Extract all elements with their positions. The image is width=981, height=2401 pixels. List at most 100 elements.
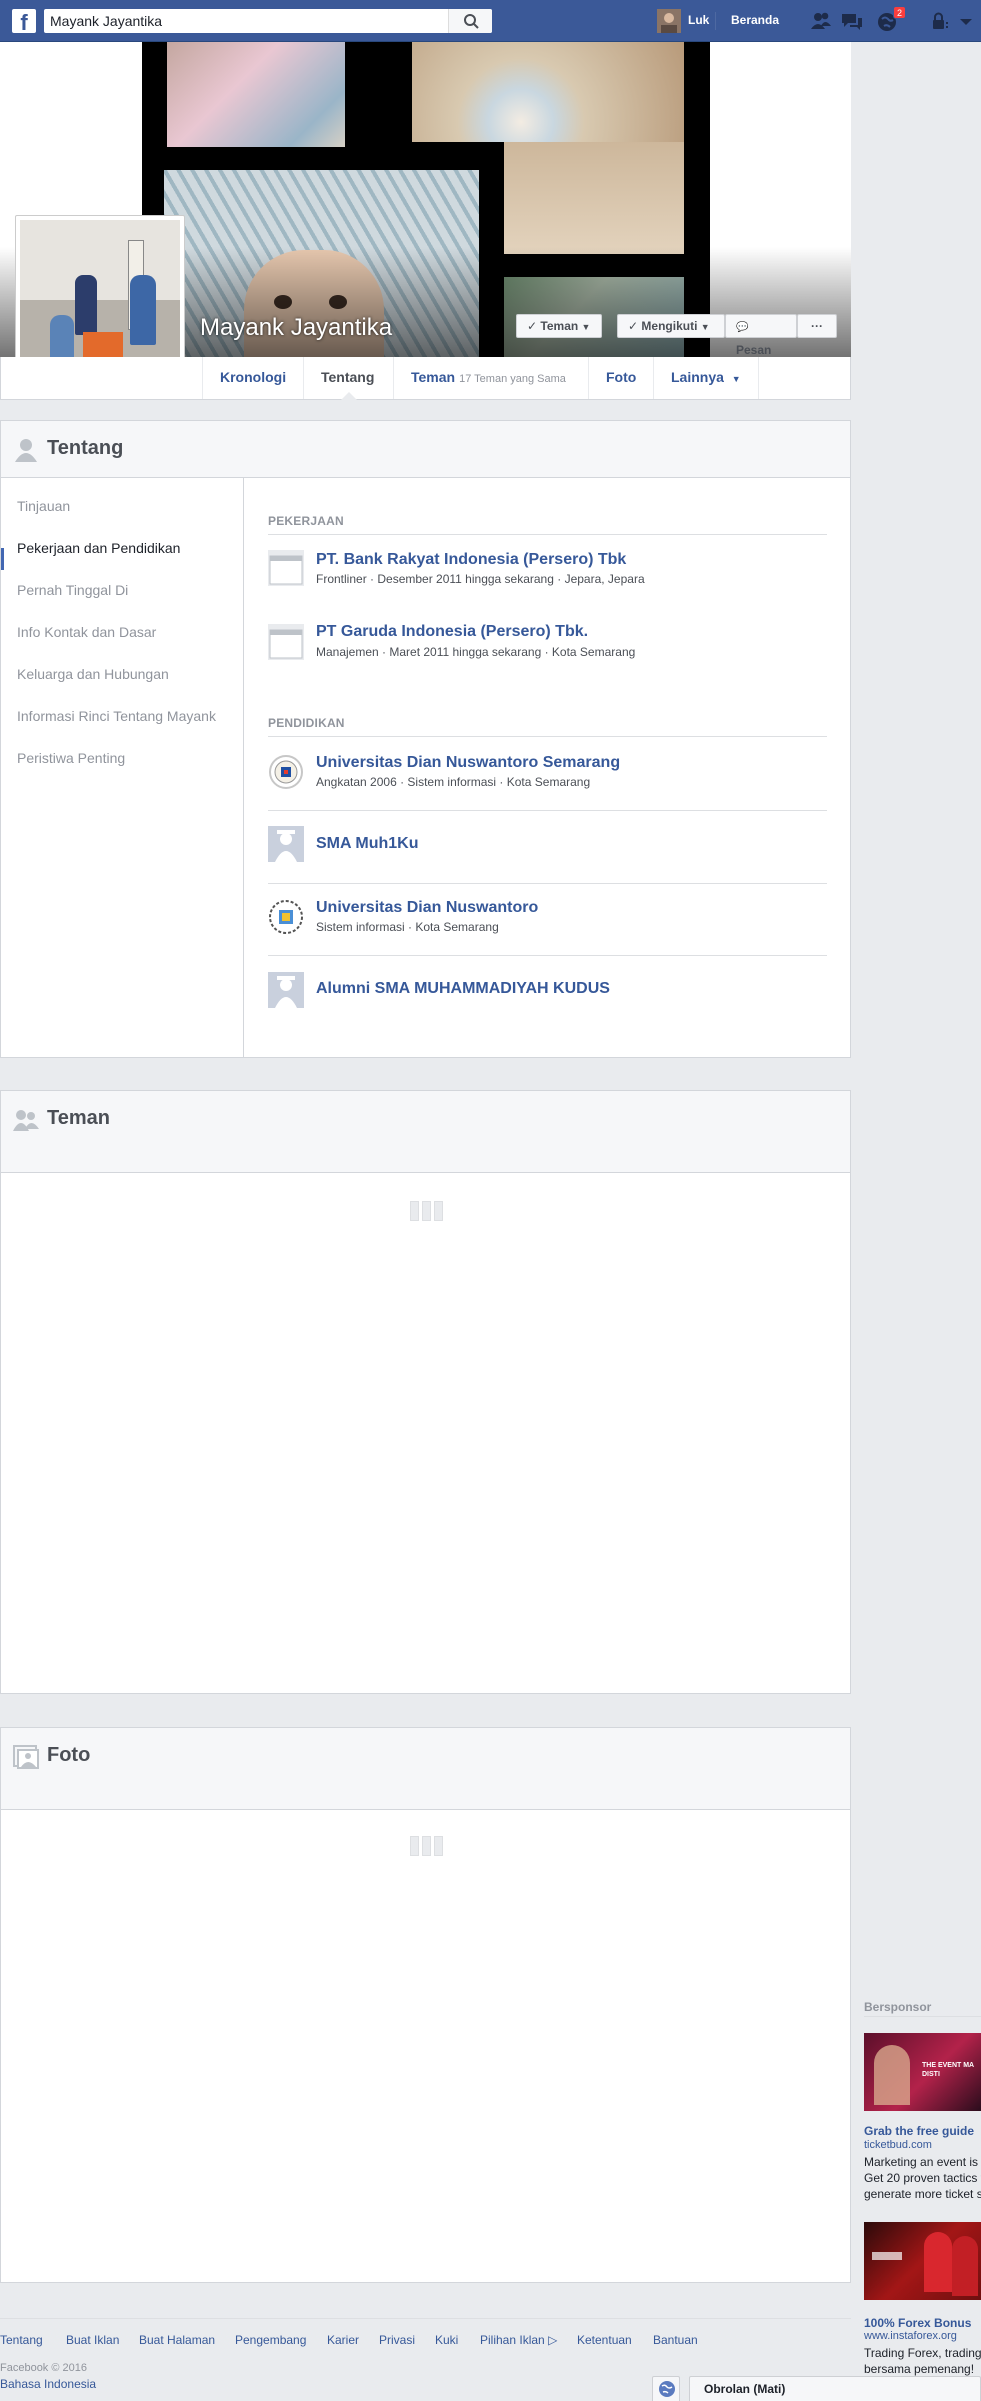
- ad-title[interactable]: Grab the free guide: [864, 2124, 974, 2138]
- footer-link-create-page[interactable]: Buat Halaman: [139, 2333, 215, 2347]
- ad-image-player: [952, 2236, 978, 2296]
- footer-link-ad-choices[interactable]: Pilihan Iklan ▷: [480, 2333, 557, 2347]
- chat-label: Obrolan (Mati): [704, 2382, 786, 2396]
- nav-divider: [715, 12, 716, 30]
- friend-button[interactable]: ✓ Teman ▼: [516, 314, 602, 338]
- ad-image-logo: [872, 2252, 902, 2260]
- cover-photo-tile-2: [412, 42, 684, 142]
- friends-header: Teman: [1, 1091, 850, 1173]
- chat-globe-button[interactable]: [652, 2376, 680, 2401]
- footer-link-help[interactable]: Bantuan: [653, 2333, 698, 2347]
- about-section: Tentang Tinjauan Pekerjaan dan Pendidika…: [0, 420, 851, 1058]
- friend-requests-icon[interactable]: [809, 10, 833, 32]
- footer-link-about[interactable]: Tentang: [0, 2333, 43, 2347]
- divider: [268, 810, 827, 811]
- nav-home-link[interactable]: Beranda: [731, 13, 779, 27]
- user-avatar[interactable]: [657, 9, 681, 33]
- facebook-logo[interactable]: f: [12, 9, 36, 33]
- search-input[interactable]: [50, 9, 450, 33]
- friends-title: Teman: [47, 1107, 110, 1129]
- divider: [268, 883, 827, 884]
- ad-text-line: Trading Forex, trading: [864, 2346, 981, 2360]
- cover-photo-tile-1: [167, 42, 345, 147]
- tab-photos[interactable]: Foto: [588, 357, 653, 399]
- tab-timeline[interactable]: Kronologi: [202, 357, 303, 399]
- workplace-icon: [268, 550, 304, 586]
- more-options-button[interactable]: ···: [797, 314, 837, 338]
- search-icon: [464, 14, 479, 29]
- following-button[interactable]: ✓ Mengikuti ▼: [617, 314, 725, 338]
- check-icon: ✓: [527, 319, 538, 333]
- photos-icon: [13, 1745, 39, 1769]
- tab-friends[interactable]: Teman 17 Teman yang Sama: [393, 357, 583, 399]
- work-entry-details: Frontliner · Desember 2011 hingga sekara…: [316, 572, 645, 586]
- education-entry-title[interactable]: SMA Muh1Ku: [316, 835, 419, 853]
- workplace-icon: [268, 624, 304, 660]
- sidebar-item-life-events[interactable]: Peristiwa Penting: [17, 750, 125, 766]
- settings-caret-icon[interactable]: [954, 10, 978, 32]
- friend-button-label: Teman: [540, 319, 579, 333]
- friends-icon: [13, 1110, 39, 1131]
- caret-down-icon: ▼: [700, 322, 710, 332]
- divider: [268, 736, 827, 737]
- footer-link-create-ad[interactable]: Buat Iklan: [66, 2333, 119, 2347]
- education-entry-title[interactable]: Universitas Dian Nuswantoro: [316, 899, 538, 917]
- about-header: Tentang: [1, 421, 850, 478]
- sidebar-item-places-lived[interactable]: Pernah Tinggal Di: [17, 582, 128, 598]
- profile-picture-image: [20, 220, 180, 378]
- work-entry-title[interactable]: PT. Bank Rakyat Indonesia (Persero) Tbk: [316, 551, 626, 569]
- notification-badge: 2: [893, 6, 906, 19]
- footer-link-cookies[interactable]: Kuki: [435, 2333, 458, 2347]
- ad-title[interactable]: 100% Forex Bonus: [864, 2316, 971, 2330]
- footer-link-developers[interactable]: Pengembang: [235, 2333, 306, 2347]
- photos-title: Foto: [47, 1744, 91, 1766]
- ad-image[interactable]: [864, 2222, 981, 2300]
- education-entry-title[interactable]: Universitas Dian Nuswantoro Semarang: [316, 754, 620, 772]
- search-button[interactable]: [448, 9, 492, 33]
- search-box: [44, 9, 492, 33]
- sidebar-item-work-education[interactable]: Pekerjaan dan Pendidikan: [17, 540, 180, 556]
- work-entry-title[interactable]: PT Garuda Indonesia (Persero) Tbk.: [316, 623, 588, 641]
- tab-more[interactable]: Lainnya ▼: [653, 357, 759, 399]
- sidebar-item-contact-info[interactable]: Info Kontak dan Dasar: [17, 624, 156, 640]
- copyright: Facebook © 2016: [0, 2362, 87, 2374]
- ad-url[interactable]: www.instaforex.org: [864, 2330, 957, 2342]
- work-entry-details: Manajemen · Maret 2011 hingga sekarang ·…: [316, 645, 636, 659]
- ad-image[interactable]: THE EVENT MA DISTI: [864, 2033, 981, 2111]
- sidebar-item-family[interactable]: Keluarga dan Hubungan: [17, 666, 169, 682]
- ad-url[interactable]: ticketbud.com: [864, 2139, 932, 2151]
- sponsored-title: Bersponsor: [864, 2000, 932, 2014]
- ad-text-line: bersama pemenang!: [864, 2362, 975, 2376]
- nav-user-name[interactable]: Luk: [688, 13, 709, 27]
- education-entry-title[interactable]: Alumni SMA MUHAMMADIYAH KUDUS: [316, 980, 610, 998]
- ad-text-line: Get 20 proven tactics to: [864, 2171, 981, 2185]
- profile-name[interactable]: Mayank Jayantika: [200, 314, 392, 342]
- privacy-lock-icon[interactable]: [930, 10, 954, 32]
- sidebar-item-details[interactable]: Informasi Rinci Tentang Mayank: [17, 708, 216, 724]
- photos-section: Foto: [0, 1727, 851, 2283]
- footer-link-careers[interactable]: Karier: [327, 2333, 359, 2347]
- education-section-label: PENDIDIKAN: [268, 716, 345, 730]
- person-icon: [15, 439, 37, 462]
- footer-link-privacy[interactable]: Privasi: [379, 2333, 415, 2347]
- university-logo-icon: [269, 755, 303, 789]
- language-link[interactable]: Bahasa Indonesia: [0, 2377, 96, 2391]
- cover-photo-tile-4: [504, 142, 684, 254]
- active-item-marker: [1, 548, 4, 570]
- friends-section: Teman: [0, 1090, 851, 1694]
- photos-header: Foto: [1, 1728, 850, 1810]
- footer-link-terms[interactable]: Ketentuan: [577, 2333, 632, 2347]
- chat-bar[interactable]: Obrolan (Mati): [689, 2376, 981, 2401]
- caret-down-icon: ▼: [581, 322, 591, 332]
- divider: [268, 534, 827, 535]
- avatar-image: [657, 9, 681, 33]
- divider: [268, 955, 827, 956]
- active-tab-indicator: [341, 392, 357, 400]
- sidebar-item-overview[interactable]: Tinjauan: [17, 498, 70, 514]
- ad-image-player: [924, 2232, 952, 2292]
- message-button[interactable]: 💬 Pesan: [725, 314, 797, 357]
- footer-link-ad-choices-label: Pilihan Iklan: [480, 2333, 545, 2347]
- messages-icon[interactable]: [840, 10, 864, 32]
- ad-text-line: Marketing an event is to: [864, 2155, 981, 2169]
- university-logo-icon: [269, 900, 303, 934]
